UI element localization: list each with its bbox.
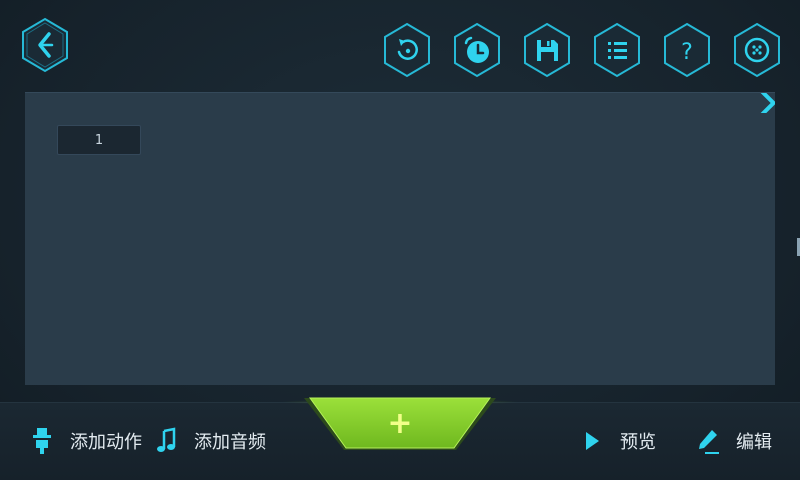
add-frame-button[interactable]: + xyxy=(304,396,496,452)
timer-icon xyxy=(454,22,500,78)
edit-button[interactable]: 编辑 xyxy=(694,421,772,461)
back-button[interactable] xyxy=(20,17,70,73)
save-icon xyxy=(524,22,570,78)
add-audio-label: 添加音频 xyxy=(194,432,266,453)
help-button[interactable]: ? xyxy=(662,22,712,78)
frame-item[interactable]: 1 xyxy=(57,125,141,155)
robot-connect-button[interactable] xyxy=(732,22,782,78)
help-icon: ? xyxy=(664,22,710,78)
plus-icon: + xyxy=(387,406,412,441)
timeline-panel: 1 xyxy=(25,92,775,385)
add-audio-button[interactable]: 添加音频 xyxy=(152,421,266,461)
play-icon xyxy=(578,426,606,456)
add-motion-label: 添加动作 xyxy=(70,432,142,453)
pencil-icon xyxy=(694,426,722,456)
music-note-icon xyxy=(152,426,180,456)
preview-button[interactable]: 预览 xyxy=(578,421,656,461)
reset-button[interactable] xyxy=(382,22,432,78)
reset-icon xyxy=(384,22,430,78)
preview-label: 预览 xyxy=(620,432,656,453)
screen: ? 1 添加动作 添加音频 预览 编辑 + xyxy=(0,0,800,480)
back-arrow-icon xyxy=(22,17,68,73)
svg-text:?: ? xyxy=(681,40,693,65)
list-icon xyxy=(594,22,640,78)
robot-connect-icon xyxy=(734,22,780,78)
timer-button[interactable] xyxy=(452,22,502,78)
add-motion-button[interactable]: 添加动作 xyxy=(28,421,142,461)
list-button[interactable] xyxy=(592,22,642,78)
save-button[interactable] xyxy=(522,22,572,78)
usb-icon xyxy=(28,426,56,456)
frame-label: 1 xyxy=(94,132,104,148)
edit-label: 编辑 xyxy=(736,432,772,453)
